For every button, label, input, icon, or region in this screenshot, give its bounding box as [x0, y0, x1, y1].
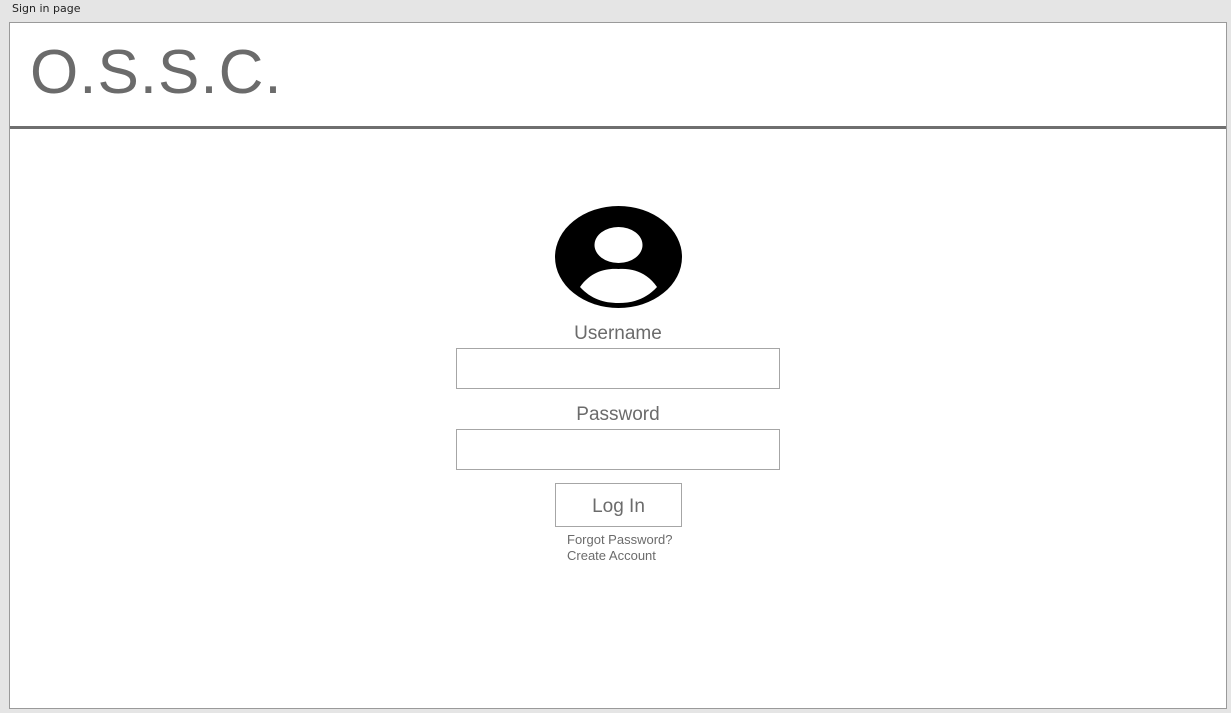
username-label: Username: [574, 323, 662, 344]
forgot-password-link[interactable]: Forgot Password?: [567, 532, 673, 548]
sign-in-page-frame: O.S.S.C. Username Password Log In Forgot…: [9, 22, 1227, 709]
username-input[interactable]: [456, 348, 780, 389]
user-avatar-icon: [555, 206, 682, 308]
log-in-button[interactable]: Log In: [555, 483, 682, 527]
header: O.S.S.C.: [10, 23, 1226, 129]
page-tab-label: Sign in page: [12, 2, 81, 15]
password-label: Password: [576, 404, 660, 425]
logo-text: O.S.S.C.: [30, 38, 283, 107]
password-input[interactable]: [456, 429, 780, 470]
create-account-link[interactable]: Create Account: [567, 548, 656, 564]
